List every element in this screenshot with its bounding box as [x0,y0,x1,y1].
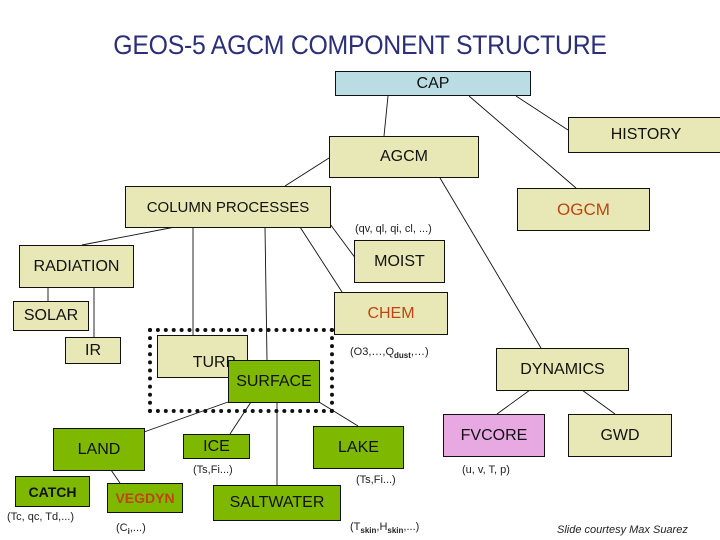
edge-cap-ogcm [468,95,577,189]
saltwater-variables-note: (Tskin,Hskin,...) [350,521,419,535]
lake-variables-note: (Ts,Fi...) [356,474,396,486]
edge-dynamics-fvcore [496,389,531,415]
node-surface: SURFACE [228,360,320,403]
node-solar: SOLAR [13,301,89,331]
edge-dynamics-gwd [581,389,616,415]
node-chem: CHEM [334,292,448,335]
node-history-label: HISTORY [610,126,682,143]
chem-note-text-end: ,…) [410,346,429,358]
node-moist: MOIST [354,240,445,283]
node-land-label: LAND [77,440,121,458]
saltwater-note-text-end: ,...) [403,521,420,533]
node-history: HISTORY [568,117,720,153]
chem-variables-note: (O3,…,Qdust,…) [350,346,429,360]
node-solar-label: SOLAR [23,307,79,324]
node-fvcore-label: FVCORE [460,426,528,444]
node-cap-label: CAP [416,74,450,92]
vegdyn-note-text: (C [116,522,128,534]
node-surface-label: SURFACE [236,372,312,390]
node-gwd: GWD [568,414,672,457]
edge-land-vegdyn [110,469,121,484]
node-ice: ICE [183,434,250,459]
node-ir: IR [65,337,121,364]
vegdyn-note-text-end: ,...) [129,522,146,534]
edge-column-moist [329,223,357,260]
node-agcm-label: AGCM [380,148,428,165]
edge-cap-history [515,95,569,131]
vegdyn-variables-note: (Ci,...) [116,522,146,536]
node-ir-label: IR [85,341,101,359]
moist-variables-note: (qv, ql, qi, cl, ...) [355,223,432,235]
node-agcm: AGCM [329,136,479,178]
node-cap: CAP [335,71,531,96]
node-saltwater: SALTWATER [213,485,341,521]
catch-variables-note: (Tc, qc, Td,...) [7,511,75,523]
edge-column-radiation [81,226,176,246]
saltwater-note-sub2: skin [387,526,404,536]
edge-column-chem [299,226,343,293]
node-gwd-label: GWD [600,426,640,444]
node-ogcm-label: OGCM [557,199,610,219]
node-ice-label: ICE [203,437,230,455]
saltwater-note-sub1: skin [360,526,377,536]
node-dynamics-label: DYNAMICS [520,360,605,378]
edge-cap-agcm [383,95,389,137]
node-vegdyn: VEGDYN [107,483,183,513]
node-dynamics: DYNAMICS [496,348,629,391]
node-ogcm: OGCM [517,188,650,231]
edge-agcm-column [284,157,330,187]
node-radiation: RADIATION [19,245,134,288]
node-chem-label: CHEM [367,304,415,322]
node-catch-label: CATCH [28,483,77,500]
ice-variables-note: (Ts,Fi...) [193,464,233,476]
chem-note-text: (O3,…,Q [350,346,395,358]
node-column-processes-label: COLUMN PROCESSES [146,198,310,216]
node-column-processes: COLUMN PROCESSES [125,186,331,228]
slide-credit: Slide courtesy Max Suarez [557,524,688,536]
node-lake: LAKE [313,426,404,469]
node-lake-label: LAKE [338,438,379,456]
node-saltwater-label: SALTWATER [229,494,325,511]
node-radiation-label: RADIATION [33,257,120,275]
node-fvcore: FVCORE [443,414,545,457]
fvcore-variables-note: (u, v, T, p) [462,464,510,476]
node-land: LAND [53,428,145,471]
saltwater-note-mid: ,H [376,521,388,533]
node-vegdyn-label: VEGDYN [115,490,175,506]
node-moist-label: MOIST [374,252,425,270]
saltwater-note-text: (T [350,521,361,533]
node-catch: CATCH [15,476,90,507]
chem-note-sub: dust [394,351,411,361]
